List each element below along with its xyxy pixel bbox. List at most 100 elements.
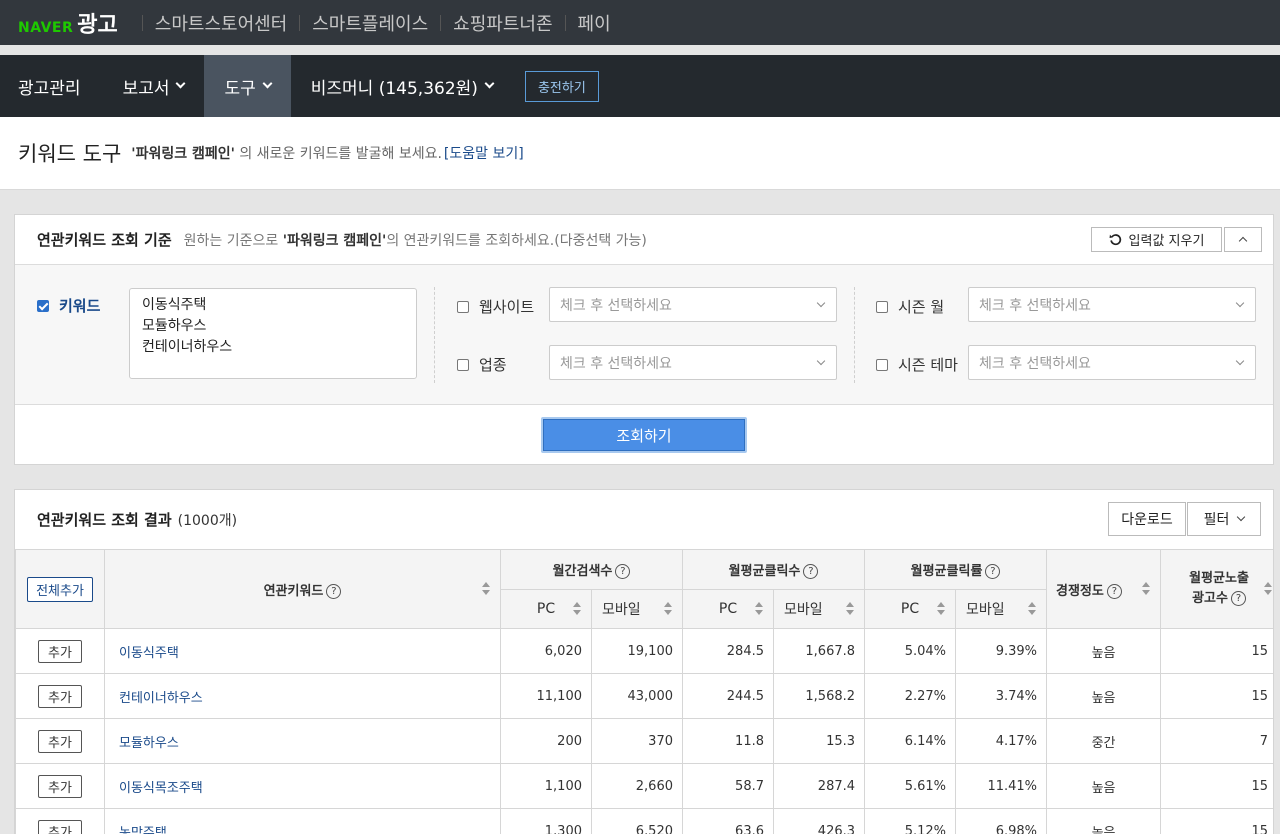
mobile-ctr-cell: 4.17% — [955, 718, 1048, 764]
pc-search-header[interactable]: PC — [500, 589, 592, 629]
nav-biz-money[interactable]: 비즈머니 (145,362원) — [291, 55, 513, 117]
help-icon[interactable]: ? — [1106, 583, 1122, 599]
filter-label: 필터 — [1203, 512, 1230, 528]
mobile-ctr-cell: 11.41% — [955, 763, 1048, 809]
competition-cell: 중간 — [1046, 718, 1162, 764]
competition-header[interactable]: 경쟁정도? — [1046, 549, 1162, 629]
add-cell: 추가 — [15, 763, 105, 809]
pc-clicks-cell: 63.6 — [682, 808, 774, 834]
website-option[interactable]: 웹사이트 — [457, 296, 534, 317]
query-button[interactable]: 조회하기 — [541, 417, 747, 453]
page-subtitle-text: 의 새로운 키워드를 발굴해 보세요. — [234, 146, 442, 162]
mobile-label: 모바일 — [966, 602, 1005, 618]
help-icon[interactable]: ? — [615, 564, 631, 579]
nav-report[interactable]: 보고서 — [103, 55, 205, 117]
add-keyword-button[interactable]: 추가 — [38, 819, 82, 834]
link-smartplace[interactable]: 스마트플레이스 — [312, 10, 428, 36]
link-smartstore[interactable]: 스마트스토어센터 — [155, 10, 287, 36]
season-theme-label: 시즌 테마 — [898, 356, 958, 374]
pc-label: PC — [718, 601, 738, 617]
keyword-option[interactable]: 키워드 — [37, 295, 100, 316]
season-theme-checkbox[interactable] — [876, 358, 888, 371]
industry-option[interactable]: 업종 — [457, 354, 507, 375]
search-criteria-panel: 연관키워드 조회 기준 원하는 기준으로 '파워링크 캠페인'의 연관키워드를 … — [14, 214, 1274, 465]
industry-select[interactable]: 체크 후 선택하세요 — [549, 345, 837, 380]
sort-icon[interactable] — [1142, 582, 1151, 596]
table-row: 추가 이동식주택 6,020 19,100 284.5 1,667.8 5.04… — [15, 628, 1273, 674]
sort-icon[interactable] — [755, 602, 763, 616]
page-subtitle: '파워링크 캠페인' 의 새로운 키워드를 발굴해 보세요. — [131, 143, 442, 163]
add-keyword-button[interactable]: 추가 — [38, 684, 82, 708]
add-keyword-button[interactable]: 추가 — [38, 639, 82, 663]
keyword-column-header[interactable]: 연관키워드? — [104, 549, 501, 629]
mobile-clicks-cell: 1,667.8 — [772, 628, 866, 674]
website-checkbox[interactable] — [457, 300, 469, 313]
table-row: 추가 농막주택 1,300 6,520 63.6 426.3 5.12% 6.9… — [15, 808, 1273, 834]
results-panel: 연관키워드 조회 결과 (1000개) 다운로드 필터 전체추가 연관키워드? … — [14, 489, 1274, 834]
monthly-search-header: 월간검색수? — [500, 549, 683, 590]
clear-input-button[interactable]: 입력값 지우기 — [1091, 227, 1222, 252]
sort-icon[interactable] — [482, 582, 490, 596]
reset-icon — [1109, 234, 1121, 246]
add-keyword-button[interactable]: 추가 — [38, 774, 82, 798]
website-label: 웹사이트 — [479, 298, 535, 316]
pc-clicks-header[interactable]: PC — [682, 589, 774, 629]
keyword-cell[interactable]: 농막주택 — [104, 808, 501, 834]
pc-clicks-cell: 284.5 — [682, 628, 774, 674]
keyword-textarea[interactable]: 이동식주택 모듈하우스 컨테이너하우스 — [129, 288, 417, 379]
pc-ctr-header[interactable]: PC — [864, 589, 957, 629]
chevron-up-icon — [1238, 236, 1248, 246]
season-month-checkbox[interactable] — [876, 300, 888, 313]
help-icon[interactable]: ? — [326, 583, 342, 599]
add-all-button[interactable]: 전체추가 — [27, 576, 93, 602]
season-theme-option[interactable]: 시즌 테마 — [876, 354, 958, 375]
nav-biz-money-label: 비즈머니 (145,362원) — [310, 78, 478, 99]
add-keyword-button[interactable]: 추가 — [38, 729, 82, 753]
help-icon[interactable]: ? — [985, 564, 1001, 579]
sort-icon[interactable] — [937, 602, 946, 616]
help-icon[interactable]: ? — [803, 564, 819, 579]
help-link[interactable]: [도움말 보기] — [444, 143, 524, 163]
mobile-search-header[interactable]: 모바일 — [591, 589, 683, 629]
keyword-cell[interactable]: 모듈하우스 — [104, 718, 501, 764]
filter-button[interactable]: 필터 — [1187, 502, 1261, 536]
sort-icon[interactable] — [1264, 582, 1273, 596]
sort-icon[interactable] — [1028, 602, 1037, 616]
charge-button[interactable]: 충전하기 — [524, 70, 599, 102]
keyword-checkbox[interactable] — [37, 299, 49, 312]
add-cell: 추가 — [15, 718, 105, 764]
link-pay[interactable]: 페이 — [578, 10, 611, 36]
download-button[interactable]: 다운로드 — [1108, 502, 1186, 536]
industry-checkbox[interactable] — [457, 358, 469, 371]
ads-cell: 15 — [1160, 673, 1273, 719]
mobile-ctr-header[interactable]: 모바일 — [955, 589, 1048, 629]
pc-label: PC — [900, 601, 920, 617]
season-theme-select[interactable]: 체크 후 선택하세요 — [968, 345, 1256, 380]
mobile-clicks-header[interactable]: 모바일 — [772, 589, 866, 629]
sort-icon[interactable] — [846, 602, 855, 616]
avg-clicks-label: 월평균클릭수 — [728, 564, 801, 579]
avg-ads-header[interactable]: 월평균노출 광고수? — [1160, 549, 1273, 629]
mobile-ctr-cell: 9.39% — [955, 628, 1048, 674]
desc-pre: 원하는 기준으로 — [183, 232, 283, 249]
keyword-cell[interactable]: 컨테이너하우스 — [104, 673, 501, 719]
chevron-down-icon — [1237, 512, 1246, 522]
sort-icon[interactable] — [664, 602, 672, 616]
divider — [299, 14, 301, 31]
nav-ad-manage[interactable]: 광고관리 — [0, 55, 103, 117]
keyword-cell[interactable]: 이동식목조주택 — [104, 763, 501, 809]
website-select[interactable]: 체크 후 선택하세요 — [549, 287, 837, 322]
sort-icon[interactable] — [573, 602, 581, 616]
keyword-cell[interactable]: 이동식주택 — [104, 628, 501, 674]
season-month-select[interactable]: 체크 후 선택하세요 — [968, 287, 1256, 322]
add-cell: 추가 — [15, 808, 105, 834]
avg-ctr-label: 월평균클릭률 — [910, 564, 983, 579]
collapse-button[interactable] — [1224, 227, 1262, 252]
link-shopping-partner[interactable]: 쇼핑파트너존 — [453, 10, 552, 36]
naver-ad-logo[interactable]: NAVER 광고 — [18, 7, 118, 39]
nav-report-label: 보고서 — [122, 78, 170, 99]
nav-tools[interactable]: 도구 — [204, 55, 291, 117]
help-icon[interactable]: ? — [1230, 591, 1246, 606]
season-month-option[interactable]: 시즌 월 — [876, 296, 944, 317]
search-criteria-body: 키워드 이동식주택 모듈하우스 컨테이너하우스 웹사이트 체크 후 선택하세요 … — [15, 265, 1273, 405]
